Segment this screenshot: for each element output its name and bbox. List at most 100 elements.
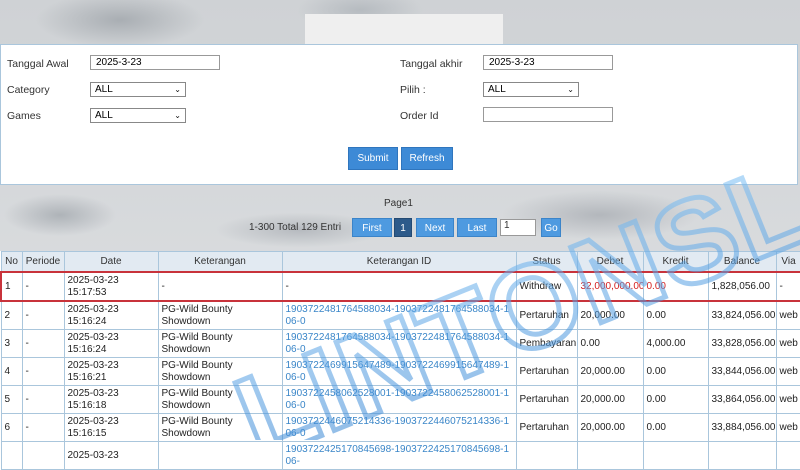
cell-balance: 33,824,056.00 bbox=[707, 300, 777, 330]
header-balance: Balance bbox=[707, 251, 777, 273]
cell-debet: 20,000.00 bbox=[576, 300, 644, 330]
header-kredit: Kredit bbox=[642, 251, 709, 273]
table-row[interactable]: 3 - 2025-03-23 15:16:24 PG-Wild Bounty S… bbox=[0, 329, 800, 358]
cell-keterangan-id: - bbox=[281, 271, 517, 302]
go-button[interactable]: Go bbox=[541, 218, 561, 237]
cell-kredit: 0.00 bbox=[642, 300, 709, 330]
chevron-down-icon: ⌄ bbox=[567, 85, 574, 94]
cell-no bbox=[0, 441, 23, 470]
cell-no: 5 bbox=[0, 385, 23, 414]
header-no: No bbox=[0, 251, 23, 273]
cell-balance: 33,828,056.00 bbox=[707, 329, 777, 358]
cell-via: web bbox=[775, 413, 800, 442]
cell-status: Pembayaran bbox=[515, 329, 578, 358]
cell-keterangan-id-link[interactable]: 1903722425170845698-1903722425170845698-… bbox=[281, 441, 517, 470]
games-label: Games bbox=[7, 110, 41, 122]
header-status: Status bbox=[515, 251, 578, 273]
cell-via: web bbox=[775, 300, 800, 330]
pilih-label: Pilih : bbox=[400, 84, 426, 96]
page-number-input[interactable]: 1 bbox=[500, 219, 536, 236]
chevron-down-icon: ⌄ bbox=[174, 111, 181, 120]
cell-keterangan-id-link[interactable]: 1903722446075214336-1903722446075214336-… bbox=[281, 413, 517, 442]
cell-kredit bbox=[642, 441, 709, 470]
cell-status bbox=[515, 441, 578, 470]
cell-via: web bbox=[775, 329, 800, 358]
cell-periode: - bbox=[21, 357, 65, 386]
cell-kredit: 0.00 bbox=[642, 357, 709, 386]
table-row[interactable]: 1 - 2025-03-23 15:17:53 - - Withdraw 32,… bbox=[0, 271, 800, 302]
cell-debet: 20,000.00 bbox=[576, 413, 644, 442]
category-select[interactable]: ALL ⌄ bbox=[90, 82, 186, 97]
cell-status: Pertaruhan bbox=[515, 300, 578, 330]
end-date-label: Tanggal akhir bbox=[400, 58, 463, 70]
cell-balance bbox=[707, 441, 777, 470]
cell-date: 2025-03-23 bbox=[63, 441, 159, 470]
table-row[interactable]: 5 - 2025-03-23 15:16:18 PG-Wild Bounty S… bbox=[0, 385, 800, 414]
next-page-button[interactable]: Next bbox=[416, 218, 454, 237]
cell-no: 3 bbox=[0, 329, 23, 358]
cell-kredit: 4,000.00 bbox=[642, 329, 709, 358]
cell-keterangan: PG-Wild Bounty Showdown bbox=[157, 300, 283, 330]
page-label: Page1 bbox=[384, 198, 413, 209]
cell-date: 2025-03-23 15:16:24 bbox=[63, 329, 159, 358]
transaction-table: No Periode Date Keterangan Keterangan ID… bbox=[0, 251, 800, 470]
cell-status: Pertaruhan bbox=[515, 357, 578, 386]
table-row[interactable]: 2 - 2025-03-23 15:16:24 PG-Wild Bounty S… bbox=[0, 300, 800, 330]
games-select[interactable]: ALL ⌄ bbox=[90, 108, 186, 123]
cell-debet: 32,000,000.00 bbox=[576, 271, 644, 302]
cell-keterangan bbox=[157, 441, 283, 470]
cell-balance: 33,884,056.00 bbox=[707, 413, 777, 442]
cell-date: 2025-03-23 15:16:15 bbox=[63, 413, 159, 442]
cell-debet bbox=[576, 441, 644, 470]
cell-date: 2025-03-23 15:16:18 bbox=[63, 385, 159, 414]
last-page-button[interactable]: Last bbox=[457, 218, 497, 237]
refresh-button[interactable]: Refresh bbox=[401, 147, 453, 170]
cell-date: 2025-03-23 15:17:53 bbox=[63, 271, 159, 302]
cell-balance: 33,844,056.00 bbox=[707, 357, 777, 386]
cell-keterangan: PG-Wild Bounty Showdown bbox=[157, 413, 283, 442]
submit-button[interactable]: Submit bbox=[348, 147, 398, 170]
cell-via: web bbox=[775, 385, 800, 414]
cell-keterangan-id-link[interactable]: 1903722481764588034-1903722481764588034-… bbox=[281, 300, 517, 330]
cell-via: - bbox=[775, 271, 800, 302]
cell-debet: 20,000.00 bbox=[576, 357, 644, 386]
pilih-select[interactable]: ALL ⌄ bbox=[483, 82, 579, 97]
cell-keterangan-id-link[interactable]: 1903722458062528001-1903722458062528001-… bbox=[281, 385, 517, 414]
cell-date: 2025-03-23 15:16:24 bbox=[63, 300, 159, 330]
header-keterangan-id: Keterangan ID bbox=[281, 251, 517, 273]
cell-keterangan-id-link[interactable]: 1903722469915647489-1903722469915647489-… bbox=[281, 357, 517, 386]
cell-no: 2 bbox=[0, 300, 23, 330]
end-date-input[interactable]: 2025-3-23 bbox=[483, 55, 613, 70]
cell-debet: 20,000.00 bbox=[576, 385, 644, 414]
header-periode: Periode bbox=[21, 251, 65, 273]
header-date: Date bbox=[63, 251, 159, 273]
order-id-input[interactable] bbox=[483, 107, 613, 122]
cell-no: 4 bbox=[0, 357, 23, 386]
table-row[interactable]: 6 - 2025-03-23 15:16:15 PG-Wild Bounty S… bbox=[0, 413, 800, 442]
cell-status: Pertaruhan bbox=[515, 413, 578, 442]
first-page-button[interactable]: First bbox=[352, 218, 392, 237]
header-keterangan: Keterangan bbox=[157, 251, 283, 273]
cell-balance: 33,864,056.00 bbox=[707, 385, 777, 414]
cell-via bbox=[775, 441, 800, 470]
category-select-value: ALL bbox=[95, 84, 113, 95]
top-blank-bar bbox=[305, 14, 503, 44]
table-row[interactable]: 4 - 2025-03-23 15:16:21 PG-Wild Bounty S… bbox=[0, 357, 800, 386]
cell-no: 6 bbox=[0, 413, 23, 442]
cell-via: web bbox=[775, 357, 800, 386]
cell-periode: - bbox=[21, 300, 65, 330]
cell-periode: - bbox=[21, 385, 65, 414]
cell-kredit: 0.00 bbox=[642, 271, 709, 302]
games-select-value: ALL bbox=[95, 110, 113, 121]
start-date-input[interactable]: 2025-3-23 bbox=[90, 55, 220, 70]
chevron-down-icon: ⌄ bbox=[174, 85, 181, 94]
header-via: Via bbox=[775, 251, 800, 273]
cell-keterangan-id-link[interactable]: 1903722481764588034-1903722481764588034-… bbox=[281, 329, 517, 358]
current-page-button[interactable]: 1 bbox=[394, 218, 412, 237]
table-row[interactable]: 2025-03-23 1903722425170845698-190372242… bbox=[0, 441, 800, 470]
cell-status: Withdraw bbox=[515, 271, 578, 302]
cell-kredit: 0.00 bbox=[642, 413, 709, 442]
cell-keterangan: PG-Wild Bounty Showdown bbox=[157, 329, 283, 358]
cell-periode: - bbox=[21, 271, 65, 302]
pagination-info: 1-300 Total 129 Entri bbox=[249, 222, 342, 233]
